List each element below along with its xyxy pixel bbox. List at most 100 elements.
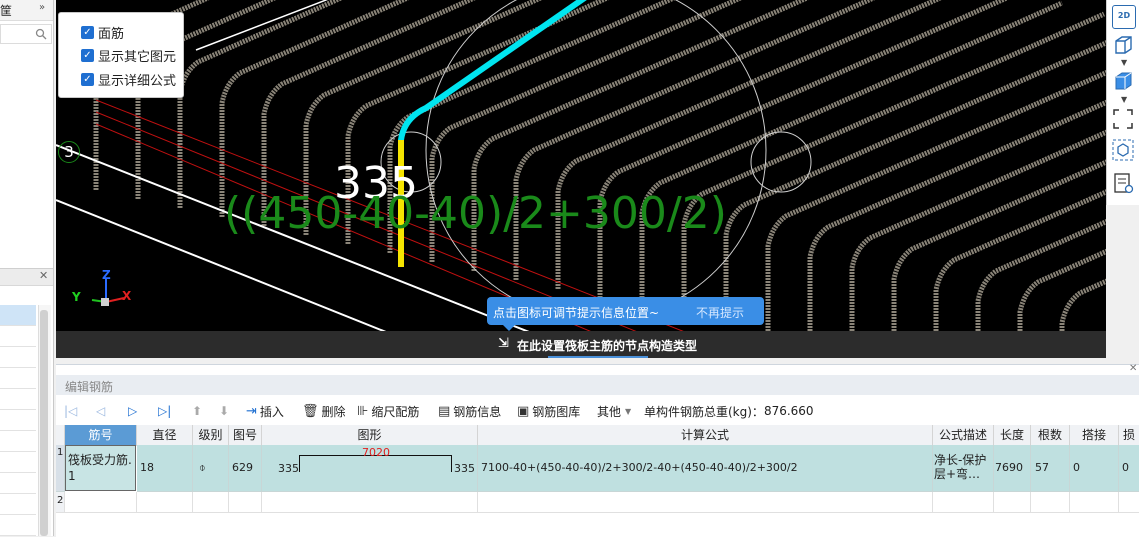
empty-cell[interactable] (933, 492, 994, 513)
library-icon: ▣ (517, 403, 530, 419)
viewpoint-icon[interactable] (1112, 139, 1134, 161)
empty-cell[interactable] (994, 492, 1031, 513)
table-cell-shape[interactable]: 335 7020 335 (262, 445, 478, 492)
chevron-down-icon[interactable]: ▼ (1121, 95, 1127, 104)
fullscreen-icon[interactable] (1112, 108, 1134, 130)
row-index[interactable]: 2 (56, 492, 65, 513)
column-header[interactable]: 级别 (193, 425, 229, 446)
scale-rebar-button[interactable]: ⊪ 缩尺配筋 (357, 402, 419, 420)
move-down-icon[interactable]: ⬇ (219, 402, 229, 420)
display-list-icon[interactable] (1112, 172, 1134, 194)
next-record-icon[interactable]: ▷ (128, 402, 137, 420)
column-header[interactable]: 图号 (229, 425, 262, 446)
rebar-library-button[interactable]: ▣ 钢筋图库 (517, 402, 580, 420)
panel-title: 编辑钢筋 (65, 380, 114, 394)
grip-circle[interactable] (750, 131, 812, 193)
table-cell-formula-desc[interactable]: 净长-保护层+弯… (933, 445, 994, 492)
left-list-item[interactable] (0, 494, 36, 515)
checkbox-show-other-elements[interactable]: ✓ (81, 48, 94, 62)
left-list-item[interactable] (0, 347, 36, 368)
empty-cell[interactable] (1070, 492, 1119, 513)
left-list-item[interactable] (0, 452, 36, 473)
bottom-tip-text[interactable]: 在此设置筏板主筋的节点构造类型 (517, 337, 697, 354)
empty-cell[interactable] (193, 492, 229, 513)
axis-z-label: Z (102, 268, 111, 282)
last-record-icon[interactable]: ▷| (158, 402, 171, 420)
empty-cell[interactable] (65, 492, 137, 513)
left-scrollbar-thumb[interactable] (40, 310, 48, 536)
table-cell-formula[interactable]: 7100-40+(450-40-40)/2+300/2-40+(450-40-4… (478, 445, 933, 492)
total-weight-value: 876.660 (763, 404, 814, 418)
other-dropdown[interactable]: 其他 ▼ (597, 402, 631, 420)
column-header[interactable]: 图形 (262, 425, 478, 446)
close-icon[interactable]: ✕ (1129, 363, 1137, 374)
view-solid-cube-icon[interactable] (1112, 70, 1134, 92)
left-list-item[interactable] (0, 515, 36, 536)
left-list-item[interactable] (0, 473, 36, 494)
right-view-toolbar: 2D ▼ ▼ (1106, 0, 1139, 205)
view-3d-cube-icon[interactable] (1112, 34, 1134, 56)
edit-rebar-toolbar: |◁ ◁ ▷ ▷| ⬆ ⬇ ⇥ 插入 🗑 删除 ⊪ 缩尺配筋 ▤ 钢筋信息 ▣ 钢筋图库 … (56, 398, 1139, 424)
column-header[interactable]: 长度 (994, 425, 1031, 446)
option-show-detailed-formula[interactable]: ✓ 显示详细公式 (81, 70, 176, 89)
left-search-input[interactable] (0, 24, 52, 44)
empty-cell[interactable] (229, 492, 262, 513)
rebar-info-button[interactable]: ▤ 钢筋信息 (438, 402, 501, 420)
move-up-icon[interactable]: ⬆ (192, 402, 202, 420)
row-index[interactable]: 1 (56, 445, 65, 492)
left-list-item[interactable] (0, 326, 36, 347)
row-header-corner (56, 425, 65, 446)
empty-cell[interactable] (1119, 492, 1139, 513)
chevron-down-icon[interactable]: ▼ (1121, 58, 1127, 67)
column-header[interactable]: 计算公式 (478, 425, 933, 446)
column-header[interactable]: 筋号 (65, 425, 137, 446)
empty-cell[interactable] (478, 492, 933, 513)
insert-button[interactable]: ⇥ 插入 (246, 402, 284, 420)
close-icon[interactable]: ✕ (39, 269, 48, 282)
table-cell-name[interactable]: 筏板受力筋.1 (65, 445, 136, 491)
left-list-item[interactable] (0, 368, 36, 389)
table-cell-count[interactable]: 57 (1031, 445, 1070, 492)
table-cell-length[interactable]: 7690 (994, 445, 1031, 492)
table-cell-lap[interactable]: 0 (1070, 445, 1119, 492)
empty-cell[interactable] (137, 492, 193, 513)
column-header[interactable]: 公式描述 (933, 425, 994, 446)
hint-tooltip: 点击图标可调节提示信息位置~ 不再提示 (487, 297, 764, 331)
table-cell-diameter[interactable]: 18 (137, 445, 193, 492)
shape-left-length: 335 (278, 462, 299, 475)
option-face-rebar[interactable]: ✓ 面筋 (81, 23, 124, 42)
table-cell-shape-no[interactable]: 629 (229, 445, 262, 492)
left-top-label: 筐 (0, 4, 13, 18)
checkbox-show-detailed-formula[interactable]: ✓ (81, 72, 94, 86)
column-header[interactable]: 根数 (1031, 425, 1070, 446)
left-list-item[interactable] (0, 389, 36, 410)
empty-cell[interactable] (1031, 492, 1070, 513)
left-list-item[interactable] (0, 431, 36, 452)
trash-icon: 🗑 (302, 403, 319, 419)
left-list-item[interactable] (0, 305, 36, 326)
rebar-scene (56, 0, 1106, 331)
option-show-other-elements[interactable]: ✓ 显示其它图元 (81, 46, 177, 65)
rebar-stirrup (933, 189, 1106, 331)
column-header[interactable]: 直径(mm) (137, 425, 193, 446)
option-label: 显示其它图元 (98, 49, 177, 65)
display-options-panel: ✓ 面筋 ✓ 显示其它图元 ✓ 显示详细公式 (58, 12, 184, 98)
dont-show-again-link[interactable]: 不再提示 (696, 304, 744, 321)
table-cell-loss[interactable]: 0 (1119, 445, 1139, 492)
first-record-icon[interactable]: |◁ (64, 402, 77, 420)
table-cell-grade[interactable]: ⌽ (193, 445, 229, 492)
axis-marker[interactable]: 3 (58, 141, 80, 163)
left-panel: 筐 » ✕ (0, 0, 54, 536)
empty-cell[interactable] (262, 492, 478, 513)
node-setting-icon[interactable]: ⇲ (498, 336, 509, 351)
checkbox-face-rebar[interactable]: ✓ (81, 25, 94, 39)
column-header[interactable]: 搭接 (1070, 425, 1119, 446)
double-chevron-right-icon[interactable]: » (39, 2, 45, 13)
splitter-handle[interactable] (548, 356, 648, 358)
view-2d-icon[interactable]: 2D (1112, 5, 1136, 29)
previous-record-icon[interactable]: ◁ (96, 402, 105, 420)
left-list-item[interactable] (0, 410, 36, 431)
axis-x-label: X (122, 289, 132, 303)
column-header[interactable]: 损 (1119, 425, 1139, 446)
delete-button[interactable]: 🗑 删除 (302, 402, 346, 420)
